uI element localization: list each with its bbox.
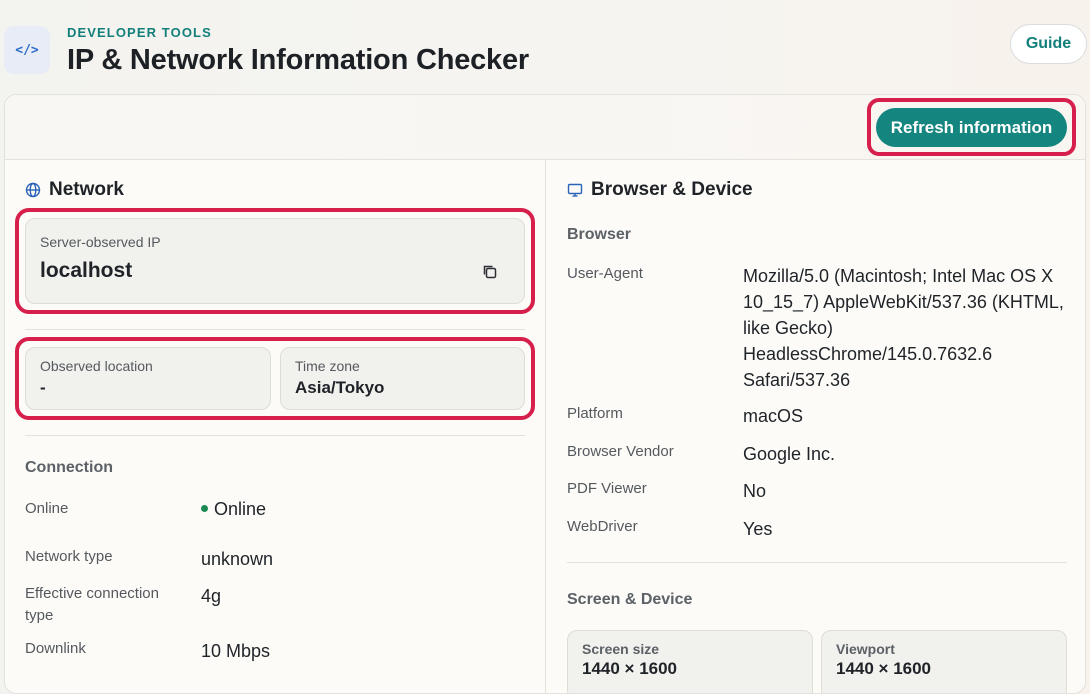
info-card: Refresh information Network Server-obser… [4, 94, 1086, 694]
network-type-label: Network type [25, 548, 113, 565]
location-value: - [40, 378, 46, 397]
ip-value: localhost [40, 259, 133, 282]
webdriver-label: WebDriver [567, 518, 638, 535]
effective-type-label: Effective connection type [25, 585, 159, 624]
timezone-value: Asia/Tokyo [295, 378, 385, 397]
downlink-value: 10 Mbps [201, 641, 271, 661]
refresh-button[interactable]: Refresh information [876, 108, 1067, 147]
online-status-text: Online [214, 499, 267, 519]
network-title-text: Network [49, 179, 124, 200]
divider [25, 435, 525, 436]
column-divider [545, 160, 546, 693]
screen-size-value: 1440 × 1600 [582, 659, 678, 678]
ip-label: Server-observed IP [40, 234, 161, 250]
browser-section-title: Browser & Device [567, 179, 753, 201]
page-title: IP & Network Information Checker [67, 44, 530, 76]
downlink-label: Downlink [25, 640, 86, 657]
pdf-viewer-value: No [743, 481, 767, 501]
user-agent-value: Mozilla/5.0 (Macintosh; Intel Mac OS X 1… [743, 266, 1064, 390]
connection-subhead: Connection [25, 459, 113, 476]
network-type-value: unknown [201, 549, 274, 569]
viewport-value: 1440 × 1600 [836, 659, 932, 678]
vendor-label: Browser Vendor [567, 443, 674, 460]
online-value: Online [201, 496, 266, 522]
divider [567, 562, 1067, 563]
screen-size-label: Screen size [582, 641, 660, 657]
code-icon: </> [4, 26, 50, 74]
viewport-label: Viewport [836, 641, 895, 657]
location-box: Observed location - [25, 347, 271, 410]
viewport-box: Viewport 1440 × 1600 [821, 630, 1067, 693]
page-header: </> DEVELOPER TOOLS IP & Network Informa… [0, 0, 1090, 94]
divider [25, 329, 525, 330]
webdriver-value: Yes [743, 519, 773, 539]
screen-subhead: Screen & Device [567, 591, 693, 608]
platform-label: Platform [567, 405, 623, 422]
online-status-dot [201, 504, 208, 512]
eyebrow-label: DEVELOPER TOOLS [67, 25, 212, 40]
effective-type-value: 4g [201, 586, 222, 606]
pdf-viewer-label: PDF Viewer [567, 480, 647, 497]
globe-icon [25, 182, 41, 198]
network-section-title: Network [25, 179, 124, 201]
timezone-label: Time zone [295, 358, 360, 374]
timezone-box: Time zone Asia/Tokyo [280, 347, 525, 410]
ip-box: Server-observed IP localhost [25, 218, 525, 304]
monitor-icon [567, 182, 583, 198]
location-label: Observed location [40, 358, 153, 374]
browser-subhead: Browser [567, 226, 632, 243]
browser-title-text: Browser & Device [591, 179, 753, 200]
user-agent-label: User-Agent [567, 265, 643, 282]
vendor-value: Google Inc. [743, 444, 836, 464]
copy-icon[interactable] [481, 263, 501, 283]
online-label: Online [25, 500, 69, 517]
guide-button[interactable]: Guide [1010, 24, 1087, 64]
screen-size-box: Screen size 1440 × 1600 [567, 630, 813, 693]
platform-value: macOS [743, 406, 804, 426]
